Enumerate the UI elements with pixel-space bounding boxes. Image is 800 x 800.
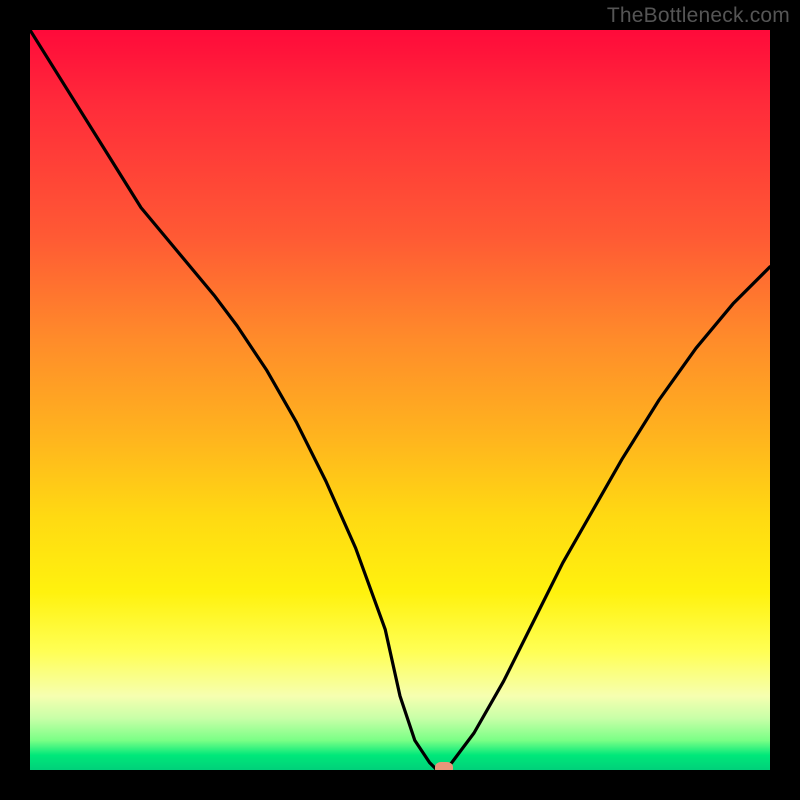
bottleneck-curve-path [30, 30, 770, 770]
chart-frame: TheBottleneck.com [0, 0, 800, 800]
optimum-marker [435, 762, 453, 770]
curve-layer [30, 30, 770, 770]
plot-area [30, 30, 770, 770]
watermark-text: TheBottleneck.com [607, 4, 790, 28]
